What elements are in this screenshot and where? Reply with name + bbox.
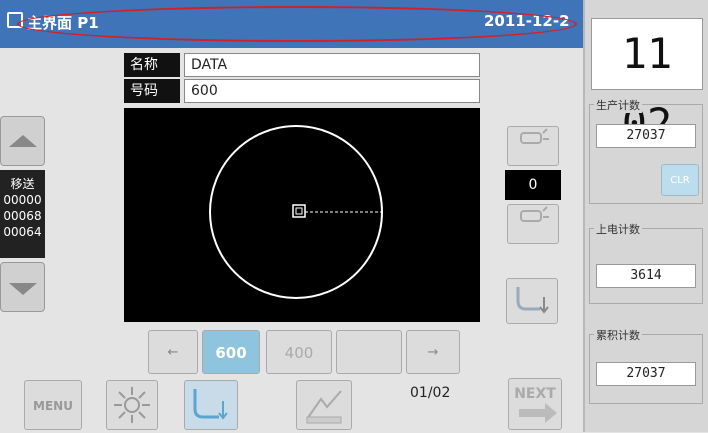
cumulative-counter-value: 27037 bbox=[596, 362, 696, 386]
winder-icon bbox=[306, 390, 342, 424]
speed-high-button[interactable] bbox=[507, 126, 559, 166]
highlight-outline bbox=[17, 6, 577, 42]
menu-button[interactable]: MENU bbox=[24, 380, 82, 430]
next-label: NEXT bbox=[514, 386, 556, 402]
feed-value-2: 00068 bbox=[3, 209, 42, 223]
light-button[interactable] bbox=[106, 380, 158, 430]
feed-label: 移送 bbox=[10, 177, 35, 191]
arrow-down-icon bbox=[9, 283, 37, 295]
clock-display: 11 02 bbox=[591, 18, 703, 148]
name-label: 名称 bbox=[124, 53, 180, 77]
pattern-next-button[interactable]: → bbox=[406, 330, 460, 374]
power-on-counter-value: 3614 bbox=[596, 264, 696, 288]
home-marker bbox=[292, 204, 306, 218]
production-counter-value: 27037 bbox=[596, 124, 696, 148]
speed-high-icon bbox=[520, 128, 549, 144]
speed-value: 0 bbox=[505, 170, 561, 200]
cumulative-counter-label: 累积计数 bbox=[594, 327, 642, 343]
jog-up-button[interactable] bbox=[0, 116, 45, 166]
speed-low-icon bbox=[520, 206, 549, 222]
power-on-counter-label: 上电计数 bbox=[594, 221, 642, 237]
arrow-right-head bbox=[545, 403, 557, 423]
feed-value-3: 00064 bbox=[3, 225, 42, 239]
page-indicator: 01/02 bbox=[410, 385, 451, 401]
feed-display: 移送 00000 00068 00064 bbox=[0, 170, 45, 258]
name-field[interactable]: DATA bbox=[184, 53, 480, 77]
thread-trim-icon bbox=[193, 389, 228, 420]
thread-trim-button[interactable] bbox=[184, 380, 238, 430]
pattern-prev-button[interactable]: ← bbox=[148, 330, 198, 374]
next-button[interactable]: NEXT bbox=[508, 378, 562, 430]
arrow-right-icon bbox=[519, 409, 547, 417]
clear-counter-button[interactable]: CLR bbox=[661, 164, 699, 196]
number-label: 号码 bbox=[124, 79, 180, 103]
presser-foot-button[interactable] bbox=[506, 278, 558, 324]
production-counter-label: 生产计数 bbox=[594, 97, 642, 113]
winder-button[interactable] bbox=[296, 380, 352, 430]
light-icon bbox=[114, 387, 150, 423]
pattern-canvas[interactable] bbox=[124, 108, 480, 322]
arrow-up-icon bbox=[9, 135, 37, 147]
jog-down-button[interactable] bbox=[0, 262, 45, 312]
speed-low-button[interactable] bbox=[507, 204, 559, 244]
pattern-slot-3[interactable] bbox=[336, 330, 402, 374]
pattern-slot-2[interactable]: 400 bbox=[266, 330, 332, 374]
presser-foot-icon bbox=[516, 287, 549, 314]
number-field[interactable]: 600 bbox=[184, 79, 480, 103]
feed-value-1: 00000 bbox=[3, 193, 42, 207]
pattern-drawing bbox=[209, 125, 383, 299]
pattern-slot-1[interactable]: 600 bbox=[202, 330, 260, 374]
